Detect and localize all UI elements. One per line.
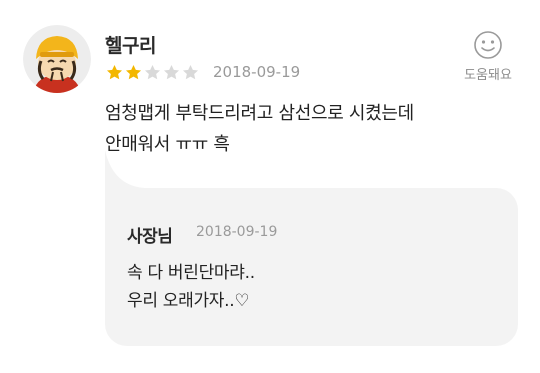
- reply-date: 2018-09-19: [196, 224, 278, 240]
- username[interactable]: 헬구리: [105, 31, 156, 58]
- review-date: 2018-09-19: [213, 63, 301, 81]
- owner-label: 사장님: [127, 227, 173, 247]
- review-text: 엄청맵게 부탁드리려고 삼선으로 시켰는데 안매워서 ㅠㅠ 흑: [105, 103, 414, 155]
- star-filled-icon: [125, 64, 142, 80]
- reply-bubble-tail: [105, 150, 145, 188]
- star-empty-icon: [144, 64, 161, 80]
- star-empty-icon: [182, 64, 199, 80]
- user-avatar[interactable]: [23, 25, 91, 93]
- rating-stars: [105, 63, 200, 82]
- star-empty-icon: [163, 64, 180, 80]
- reply-text: 속 다 버린단마랴.. 우리 오래가자..♡: [127, 263, 255, 311]
- helpful-label: 도움돼요: [464, 68, 512, 83]
- smile-icon: [474, 31, 502, 59]
- star-filled-icon: [106, 64, 123, 80]
- owner-reply: 사장님 2018-09-19 속 다 버린단마랴.. 우리 오래가자..♡: [105, 188, 518, 346]
- helpful-button[interactable]: 도움돼요: [456, 30, 520, 83]
